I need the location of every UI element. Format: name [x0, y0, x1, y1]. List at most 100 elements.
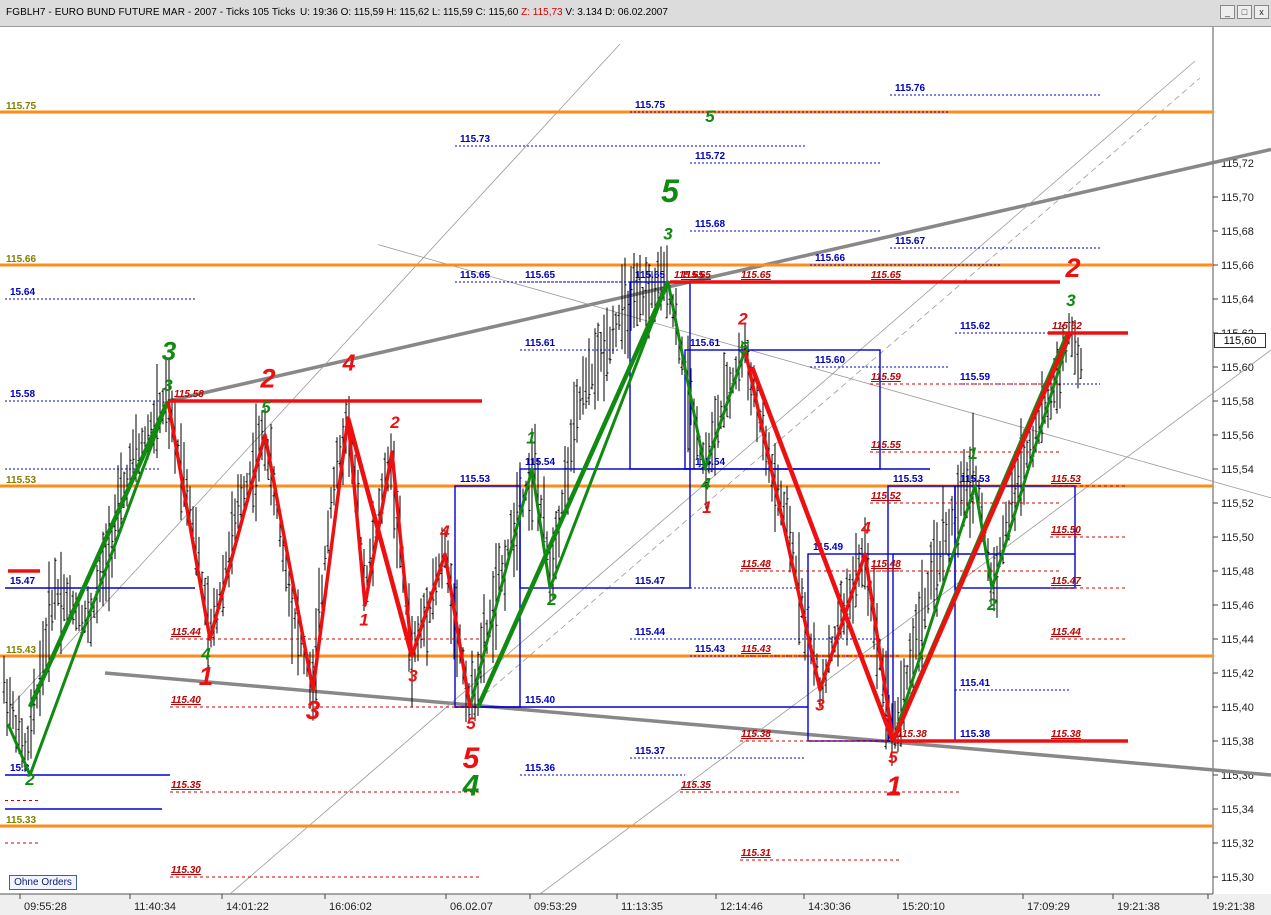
window-titlebar: FGBLH7 - EURO BUND FUTURE MAR - 2007 - T… — [0, 0, 1271, 27]
wave-label: 3 — [663, 225, 673, 244]
x-tick-label: 17:09:29 — [1027, 901, 1070, 913]
wave-label: 3 — [408, 667, 418, 686]
wave-label: 2 — [389, 413, 400, 432]
red-thick-level-label: 115.62 — [1052, 321, 1082, 332]
y-tick-label: 115,60 — [1221, 362, 1254, 374]
red-level-label: 115.44 — [1051, 627, 1081, 638]
wave-label: 4 — [342, 349, 356, 375]
blue-level-label: 115.38 — [960, 729, 990, 740]
blue-level-label: 15.64 — [10, 287, 35, 298]
x-tick-label: 11:13:35 — [621, 901, 663, 913]
x-tick-label: 19:21:38 — [1212, 901, 1255, 913]
minimize-button[interactable]: _ — [1220, 5, 1235, 19]
y-tick-label: 115,70 — [1221, 192, 1254, 204]
wave-label: 2 — [259, 363, 275, 393]
red-level-label: 115.52 — [871, 491, 901, 502]
x-tick-label: 14:30:36 — [808, 901, 851, 913]
orange-level-label: 115.53 — [6, 475, 36, 486]
red-thick-level-label: 115.38 — [897, 729, 927, 740]
wave-label: 1 — [359, 610, 368, 629]
red-level-label: 115.31 — [741, 848, 771, 859]
x-tick-label: 09:55:28 — [24, 901, 67, 913]
y-tick-label: 115,68 — [1221, 226, 1254, 238]
wave-label: 4 — [439, 522, 450, 541]
y-tick-label: 115,48 — [1221, 566, 1254, 578]
red-level-label: 115.44 — [171, 627, 201, 638]
wave-label: 4 — [462, 769, 480, 802]
wave-label: 1 — [526, 429, 535, 448]
red-level-label: 115.38 — [1051, 729, 1081, 740]
y-tick-label: 115,38 — [1221, 736, 1254, 748]
blue-level-label: 115.47 — [635, 576, 665, 587]
blue-box-label: 115.53 — [960, 474, 990, 485]
z-value: Z: 115,73 — [521, 7, 563, 18]
red-level-label: 115.38 — [741, 729, 771, 740]
wave-label: 3 — [815, 695, 825, 714]
wave-label: 2 — [737, 310, 748, 329]
close-button[interactable]: x — [1254, 5, 1269, 19]
orange-level-label: 115.43 — [6, 645, 36, 656]
y-tick-label: 115,40 — [1221, 702, 1254, 714]
red-level-label: 115.47 — [1051, 576, 1081, 587]
wave-label: 3 — [306, 695, 321, 725]
volume-date: V: 3.134 D: 06.02.2007 — [565, 7, 668, 18]
orange-level-label: 115.33 — [6, 815, 36, 826]
blue-level-label: 115.44 — [635, 627, 665, 638]
blue-box-label: 15.47 — [10, 576, 35, 587]
y-tick-label: 115,34 — [1221, 804, 1254, 816]
orders-toggle-button[interactable]: Ohne Orders — [9, 875, 77, 890]
blue-level-label: 115.67 — [895, 236, 925, 247]
red-level-label: 115.50 — [1051, 525, 1081, 536]
blue-box-label: 115.53 — [893, 474, 923, 485]
blue-level-label: 115.36 — [525, 763, 555, 774]
blue-box-label: 115.65 — [635, 270, 665, 281]
blue-level-label: 115.59 — [960, 372, 990, 383]
wave-label: 2 — [24, 770, 35, 789]
maximize-button[interactable]: □ — [1237, 5, 1252, 19]
blue-level-label: 115.43 — [695, 644, 725, 655]
x-tick-label: 11:40:34 — [134, 901, 176, 913]
blue-level-label: 115.62 — [960, 321, 990, 332]
y-tick-label: 115,30 — [1221, 872, 1254, 884]
wave-label: 3 — [1066, 291, 1076, 310]
red-level-label: 115.48 — [871, 559, 901, 570]
wave-label: 4 — [860, 519, 871, 538]
red-level-label: 115.65 — [741, 270, 771, 281]
y-tick-label: 115,54 — [1221, 464, 1254, 476]
blue-level-label: 115.68 — [695, 219, 725, 230]
wave-label: 5 — [466, 714, 476, 733]
red-level-label: 115.53 — [1051, 474, 1081, 485]
red-thick-level-label: 115.65 — [674, 270, 704, 281]
wave-label: 1 — [199, 661, 213, 691]
wave-label: 1 — [886, 770, 902, 801]
orange-level-label: 115.75 — [6, 101, 36, 112]
wave-label: 5 — [661, 173, 680, 209]
y-tick-label: 115,64 — [1221, 294, 1254, 306]
price-chart[interactable]: 115,72115,70115,68115,66115,64115,62115,… — [0, 27, 1271, 915]
blue-level-label: 115.41 — [960, 678, 990, 689]
x-tick-label: 15:20:10 — [902, 901, 945, 913]
y-tick-label: 115,66 — [1221, 260, 1254, 272]
wave-label: 3 — [162, 336, 177, 366]
y-tick-label: 115,58 — [1221, 396, 1254, 408]
red-level-label: 115.43 — [741, 644, 771, 655]
blue-box-label: 115.61 — [690, 338, 720, 349]
blue-level-label: 115.61 — [525, 338, 555, 349]
wave-label: 3 — [163, 376, 173, 395]
wave-label: 5 — [705, 107, 715, 126]
blue-level-label: 115.65 — [460, 270, 490, 281]
wave-label: 1 — [702, 498, 711, 517]
last-price-marker: 115,60 — [1214, 333, 1266, 348]
red-level-label: 115.30 — [171, 865, 201, 876]
window-title: FGBLH7 - EURO BUND FUTURE MAR - 2007 - T… — [6, 7, 296, 18]
blue-level-label: 115.76 — [895, 83, 925, 94]
y-tick-label: 115,56 — [1221, 430, 1254, 442]
y-tick-label: 115,44 — [1221, 634, 1254, 646]
red-level-label: 115.65 — [871, 270, 901, 281]
ohlc-readout: U: 19:36 O: 115,59 H: 115,62 L: 115,59 C… — [300, 7, 668, 18]
x-tick-label: 14:01:22 — [226, 901, 269, 913]
y-tick-label: 115,52 — [1221, 498, 1254, 510]
orange-level-label: 115.66 — [6, 254, 36, 265]
wave-label: 4 — [700, 474, 711, 493]
blue-level-label: 115.73 — [460, 134, 490, 145]
